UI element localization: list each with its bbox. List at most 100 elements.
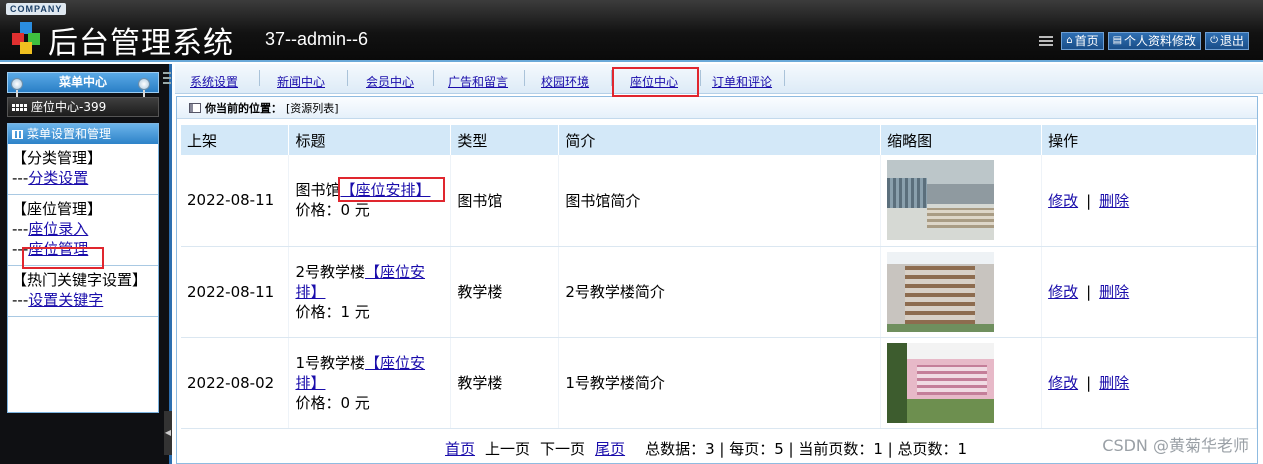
item-price: 价格：1 元 [295,302,370,321]
menu-item-prefix: --- [12,240,29,258]
logout-button-label: 退出 [1219,34,1244,48]
tab-seat-center[interactable]: 座位中心 [630,73,678,90]
action-separator: | [1086,374,1092,392]
building-2-photo [887,251,995,332]
col-header-desc: 简介 [558,125,882,155]
tab-divider [784,70,785,86]
action-separator: | [1086,191,1092,210]
book-icon [12,129,23,139]
menu-panel: 菜单设置和管理 【分类管理】 ---分类设置 【座位管理】 ---座位录入 --… [7,123,159,413]
current-module[interactable]: 座位中心-399 [7,97,159,117]
item-name: 1号教学楼 [295,353,365,372]
tab-ads-messages[interactable]: 广告和留言 [448,73,508,90]
col-header-type: 类型 [450,125,560,155]
col-header-date: 上架 [181,125,290,155]
seat-arrange-link[interactable]: 【座位安排】 [340,181,430,199]
menu-group-seat: 【座位管理】 ---座位录入 ---座位管理 [8,195,158,266]
cell-type: 教学楼 [450,337,560,429]
logout-button[interactable]: ⏻ 退出 [1205,32,1249,50]
category-settings-link[interactable]: 分类设置 [28,169,88,187]
table-row: 2022-08-11 2号教学楼【座位安排】 价格：1 元 教学楼 2号教学楼简… [181,246,1257,338]
tab-campus[interactable]: 校园环境 [541,73,589,90]
first-page-link[interactable]: 首页 [445,438,475,459]
tab-divider [259,70,260,86]
tab-orders-comments[interactable]: 订单和评论 [712,73,772,90]
menu-group-keywords: 【热门关键字设置】 ---设置关键字 [8,266,158,317]
delete-link[interactable]: 删除 [1099,283,1129,301]
tab-member-center[interactable]: 会员中心 [366,73,414,90]
cell-desc: 2号教学楼简介 [558,246,882,338]
cell-thumb [880,155,1043,247]
header-buttons: ⌂ 首页 ▤ 个人资料修改 ⏻ 退出 [1039,32,1249,50]
edit-link[interactable]: 修改 [1048,374,1078,392]
edit-link[interactable]: 修改 [1048,192,1078,210]
home-button[interactable]: ⌂ 首页 [1061,32,1104,50]
seat-entry-link[interactable]: 座位录入 [28,220,88,238]
power-icon: ⏻ [1210,35,1218,46]
table-header-row: 上架 标题 类型 简介 缩略图 操作 [181,125,1257,155]
item-name: 图书馆 [295,181,341,200]
pagination-stats: 总数据：3 | 每页：5 | 当前页数：1 | 总页数：1 [645,440,968,458]
tab-system-settings[interactable]: 系统设置 [190,73,238,90]
profile-edit-button-label: 个人资料修改 [1124,34,1197,48]
menu-item-prefix: --- [12,291,29,309]
menu-item-category-settings: ---分类设置 [12,168,158,188]
cell-thumb [880,337,1043,429]
cell-type: 教学楼 [450,246,560,338]
tab-divider [700,70,701,86]
menu-grip-icon [1039,34,1054,48]
tab-divider [611,70,612,86]
menu-item-set-keywords: ---设置关键字 [12,290,158,310]
menu-item-prefix: --- [12,220,29,238]
cell-actions: 修改 | 删除 [1041,337,1257,429]
menu-group-title: 【热门关键字设置】 [12,271,148,289]
table-row: 2022-08-02 1号教学楼【座位安排】 价格：0 元 教学楼 1号教学楼简… [181,337,1257,429]
top-nav: 系统设置 新闻中心 会员中心 广告和留言 校园环境 座位中心 订单和评论 [163,64,1263,94]
pin-right-icon [138,78,150,98]
pin-left-icon [11,78,23,98]
breadcrumb-value: [资源列表] [286,101,339,115]
last-page-link[interactable]: 尾页 [595,438,625,459]
home-icon: ⌂ [1066,35,1073,46]
item-price: 价格：0 元 [295,201,370,220]
cell-desc: 图书馆简介 [558,155,882,247]
watermark: CSDN @黄菊华老师 [1102,436,1249,455]
current-module-label: 座位中心-399 [31,100,107,114]
tab-divider [347,70,348,86]
delete-link[interactable]: 删除 [1099,374,1129,392]
cell-title: 1号教学楼【座位安排】 价格：0 元 [288,337,452,429]
cell-actions: 修改 | 删除 [1041,246,1257,338]
item-name: 2号教学楼 [295,262,365,281]
tab-news-center[interactable]: 新闻中心 [277,73,325,90]
cell-desc: 1号教学楼简介 [558,337,882,429]
library-photo [887,160,995,241]
cell-date: 2022-08-11 [181,155,290,247]
cell-date: 2022-08-02 [181,337,290,429]
cell-actions: 修改 | 删除 [1041,155,1257,247]
profile-icon: ▤ [1112,35,1123,46]
seat-manage-link[interactable]: 座位管理 [28,240,88,258]
building-1-photo [887,342,995,423]
prev-page: 上一页 [485,440,531,458]
home-button-label: 首页 [1074,34,1099,48]
tab-divider [524,70,525,86]
sidebar-collapse-handle[interactable]: ◀ [164,411,172,455]
menu-item-prefix: --- [12,169,29,187]
menu-panel-header: 菜单设置和管理 [8,124,158,144]
cell-title: 2号教学楼【座位安排】 价格：1 元 [288,246,452,338]
edit-link[interactable]: 修改 [1048,283,1078,301]
menu-group-category: 【分类管理】 ---分类设置 [8,144,158,195]
cell-thumb [880,246,1043,338]
menu-center-title: 菜单中心 [7,72,159,93]
grid-icon [12,103,27,111]
set-keywords-link[interactable]: 设置关键字 [28,291,103,309]
table-row: 2022-08-11 图书馆【座位安排】 价格：0 元 图书馆 图书馆简介 修改… [181,155,1257,247]
profile-edit-button[interactable]: ▤ 个人资料修改 [1107,32,1202,50]
app-header: COMPANY 后台管理系统 37--admin--6 ⌂ 首页 ▤ 个人资料修… [0,0,1263,62]
cubes-logo-icon [12,22,40,54]
menu-group-title: 【分类管理】 [12,149,103,167]
menu-panel-title: 菜单设置和管理 [27,127,112,141]
pagination: 首页 上一页 下一页 尾页 总数据：3 | 每页：5 | 当前页数：1 | 总页… [445,438,967,459]
col-header-title: 标题 [288,125,452,155]
delete-link[interactable]: 删除 [1099,192,1129,210]
